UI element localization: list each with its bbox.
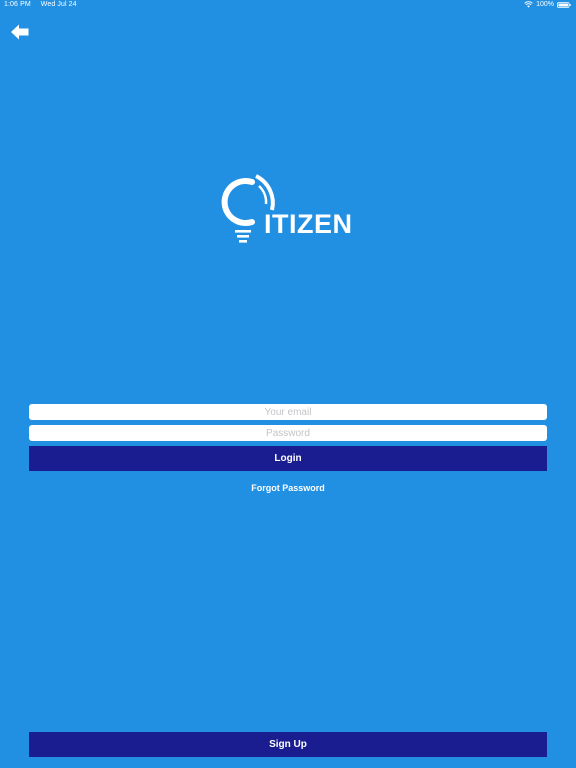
password-field[interactable] [29,425,547,441]
forgot-password-link[interactable]: Forgot Password [0,483,576,493]
battery-icon [557,1,571,8]
email-field[interactable] [29,404,547,420]
signup-button[interactable]: Sign Up [29,732,547,757]
wifi-icon [524,1,533,8]
signup-button-label: Sign Up [269,739,307,750]
status-time: 1:06 PM [4,1,31,8]
logo-wordmark: ITIZEN [264,209,353,239]
battery-percent: 100% [536,1,554,8]
login-button[interactable]: Login [29,446,547,471]
login-button-label: Login [274,453,302,464]
status-bar-left: 1:06 PM Wed Jul 24 [4,1,77,8]
status-bar-right: 100% [524,1,571,8]
citizen-logo: ITIZEN [206,166,372,250]
back-button[interactable] [10,23,30,41]
status-date: Wed Jul 24 [40,1,77,8]
back-arrow-icon [11,24,29,40]
login-screen: 1:06 PM Wed Jul 24 100% ITIZEN Your emai… [0,0,576,768]
